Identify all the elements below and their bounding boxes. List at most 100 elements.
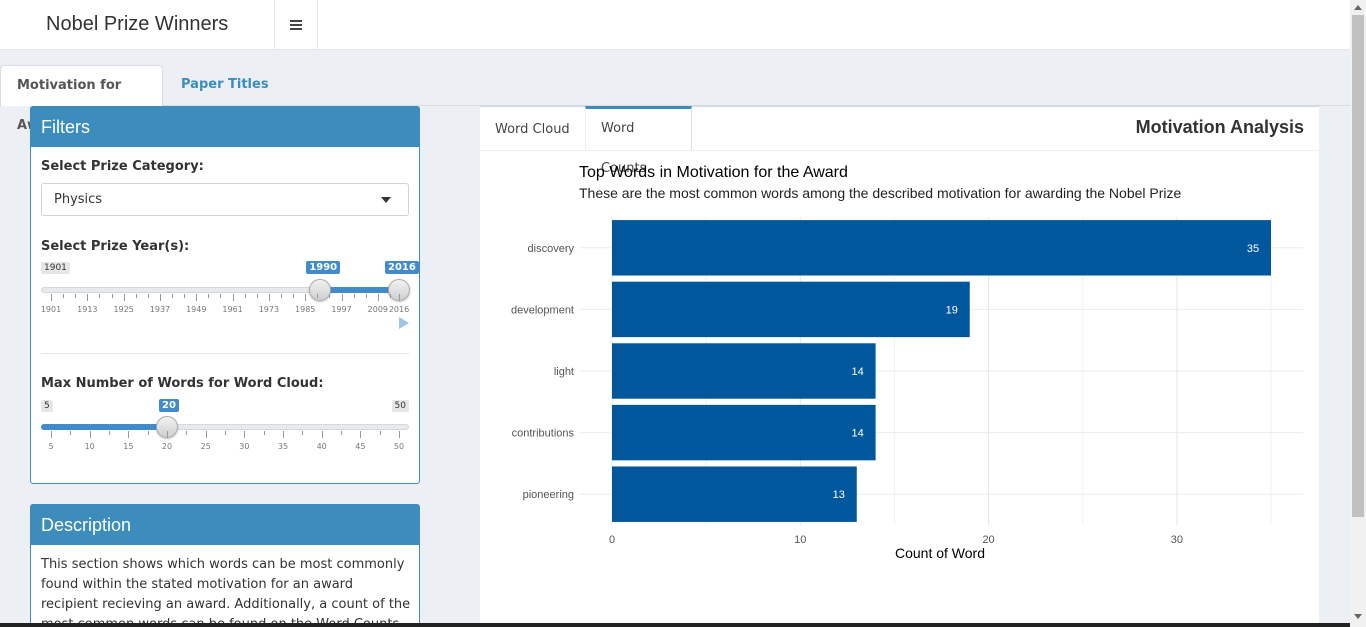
chart-bar	[612, 343, 876, 399]
chart-category-label: pioneering	[523, 489, 574, 501]
chart-category-label: contributions	[512, 428, 575, 440]
slider-tick-label: 15	[123, 442, 134, 451]
chart-category-label: discovery	[528, 243, 575, 255]
slider-tick-label: 30	[239, 442, 250, 451]
slider-tick-label: 1961	[222, 305, 243, 314]
chart-category-label: light	[554, 366, 574, 378]
slider-minor-tick	[111, 294, 113, 298]
slider-minor-tick	[220, 294, 222, 298]
tab-word-counts[interactable]: Word Counts	[585, 106, 692, 176]
tab-word-cloud[interactable]: Word Cloud	[480, 107, 585, 150]
chart-bar-value-label: 14	[851, 366, 863, 378]
top-navbar: Nobel Prize Winners	[0, 0, 1350, 50]
year-slider-from-value: 1990	[306, 261, 341, 274]
page-scrollbar[interactable]	[1350, 0, 1366, 627]
slider-tick-label: 20	[161, 442, 173, 451]
slider-tick-label: 1913	[77, 305, 98, 314]
chart-bar-value-label: 13	[833, 489, 845, 501]
slider-minor-tick	[225, 431, 226, 435]
chart-x-tick-label: 30	[1171, 534, 1183, 546]
chart-bar-value-label: 14	[851, 428, 863, 440]
slider-minor-tick	[280, 294, 282, 298]
chart-x-axis-label: Count of Word	[895, 545, 985, 561]
slider-tick-label: 35	[277, 442, 289, 451]
chart-title: Top Words in Motivation for the Award	[579, 164, 848, 181]
word-slider-min: 5	[41, 400, 53, 412]
slider-tick	[123, 294, 125, 301]
filters-separator	[41, 353, 409, 354]
slider-minor-tick	[184, 294, 186, 298]
chart-category-label: development	[511, 304, 574, 316]
description-title: Description	[31, 505, 419, 545]
chart-x-tick-label: 0	[609, 534, 615, 546]
slider-tick-label: 25	[200, 442, 211, 451]
slider-tick-label: 2009	[367, 305, 388, 314]
words-label: Max Number of Words for Word Cloud:	[41, 376, 324, 391]
chart-x-tick-label: 10	[794, 534, 806, 546]
chart-bar	[612, 466, 857, 522]
chart-bar	[612, 281, 970, 338]
slider-tick-label: 2016	[388, 305, 410, 314]
slider-minor-tick	[329, 294, 331, 298]
slider-tick	[244, 431, 246, 438]
slider-minor-tick	[317, 294, 319, 298]
bottom-strip	[0, 623, 1350, 627]
play-animation-icon[interactable]	[399, 317, 409, 329]
chart-bar	[612, 220, 1271, 276]
slider-minor-tick	[63, 294, 65, 298]
slider-tick	[268, 294, 270, 301]
year-range-slider[interactable]: 1901 1990 2016 1901 1913 1925 1937 1949 1961 1…	[41, 257, 419, 333]
slider-tick-label: 40	[316, 442, 327, 451]
slider-tick	[399, 294, 400, 301]
sidebar-toggle-button[interactable]	[275, 0, 318, 49]
slider-minor-tick	[99, 294, 101, 298]
slider-minor-tick	[109, 431, 110, 435]
slider-minor-tick	[341, 431, 342, 435]
scroll-down-icon[interactable]	[1354, 614, 1362, 619]
category-select[interactable]: Physics	[41, 183, 409, 216]
app-title: Nobel Prize Winners	[0, 0, 275, 49]
slider-tick	[51, 294, 52, 301]
slider-tick	[360, 431, 362, 438]
word-count-chart: Top Words in Motivation for the Award Th…	[511, 164, 1303, 561]
slider-tick-label: 1997	[331, 305, 352, 314]
slider-tick-label: 1985	[295, 305, 316, 314]
motivation-analysis-panel: Word Cloud Word Counts Motivation Analys…	[480, 106, 1319, 627]
slider-minor-tick	[147, 431, 149, 435]
slider-tick-label: 1973	[258, 305, 280, 314]
slider-tick	[51, 431, 52, 438]
chart-bar-value-label: 35	[1247, 243, 1259, 255]
hamburger-icon	[290, 23, 302, 26]
word-slider-max: 50	[391, 400, 409, 412]
filters-title: Filters	[31, 107, 419, 147]
category-label: Select Prize Category:	[41, 159, 204, 174]
year-slider-ticks: 1901 1913 1925 1937 1949 1961 1973 1985 1997 2009…	[41, 294, 409, 314]
description-text: This section shows which words can be mo…	[41, 557, 411, 627]
word-count-slider[interactable]: 5 50 20 5 10 15 20 25 30 35 40 45 50	[41, 397, 409, 457]
slider-tick	[377, 294, 379, 301]
slider-tick-label: 1949	[186, 305, 207, 314]
slider-minor-tick	[172, 294, 174, 298]
chart-bar-value-label: 19	[946, 304, 958, 316]
year-slider-to-value: 2016	[385, 261, 419, 274]
slider-minor-tick	[379, 431, 381, 435]
slider-tick	[232, 294, 234, 301]
word-slider-ticks: 5 10 15 20 25 30 35 40 45 50	[41, 431, 409, 451]
slider-minor-tick	[365, 294, 367, 298]
slider-minor-tick	[256, 294, 258, 298]
slider-minor-tick	[75, 294, 77, 298]
panel-tab-divider	[480, 150, 1319, 151]
word-slider-fill	[41, 424, 167, 430]
scrollbar-thumb[interactable]	[1352, 15, 1364, 517]
scroll-up-icon[interactable]	[1354, 5, 1362, 10]
slider-tick	[159, 294, 161, 301]
slider-minor-tick	[147, 294, 149, 298]
chart-subtitle: These are the most common words among th…	[579, 185, 1182, 201]
slider-tick	[399, 431, 400, 438]
slider-minor-tick	[186, 431, 188, 435]
slider-tick	[321, 431, 323, 438]
slider-tick	[205, 431, 207, 438]
tab-motivation-for-award[interactable]: Motivation for Award	[0, 65, 163, 133]
slider-tick-label: 1901	[40, 305, 62, 314]
tab-paper-titles[interactable]: Paper Titles	[165, 65, 285, 106]
